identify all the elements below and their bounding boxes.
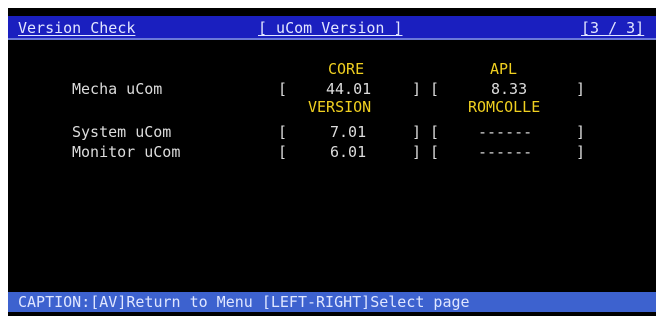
column-header-apl: APL <box>490 60 518 78</box>
bracket-close: ] <box>576 80 586 98</box>
caption-text: CAPTION:[AV]Return to Menu [LEFT-RIGHT]S… <box>18 293 470 311</box>
bracket-open: [ <box>278 80 288 98</box>
screen-title: Version Check <box>18 19 136 37</box>
row-label: Monitor uCom <box>72 143 181 161</box>
core-version-value: 44.01 <box>326 80 372 98</box>
section-title: [ uCom Version ] <box>258 19 403 37</box>
romcolle-value: ------ <box>478 143 533 161</box>
osd-screen: Version Check [ uCom Version ] [3 / 3] C… <box>8 8 656 316</box>
bracket-close: ] <box>576 123 586 141</box>
bracket-separator: ] [ <box>412 123 440 141</box>
column-header-version: VERSION <box>308 98 372 116</box>
version-value: 7.01 <box>330 123 367 141</box>
bracket-open: [ <box>278 123 288 141</box>
column-header-core: CORE <box>328 60 365 78</box>
page-indicator: [3 / 3] <box>581 19 645 37</box>
bracket-separator: ] [ <box>412 80 440 98</box>
row-label: Mecha uCom <box>72 80 163 98</box>
caption-bar: CAPTION:[AV]Return to Menu [LEFT-RIGHT]S… <box>8 292 656 312</box>
apl-version-value: 8.33 <box>491 80 528 98</box>
header-bar: Version Check [ uCom Version ] [3 / 3] <box>8 16 656 40</box>
column-header-romcolle: ROMCOLLE <box>468 98 541 116</box>
bracket-separator: ] [ <box>412 143 440 161</box>
row-label: System uCom <box>72 123 172 141</box>
romcolle-value: ------ <box>478 123 533 141</box>
bracket-close: ] <box>576 143 586 161</box>
header-divider <box>8 38 656 40</box>
bracket-open: [ <box>278 143 288 161</box>
version-value: 6.01 <box>330 143 367 161</box>
